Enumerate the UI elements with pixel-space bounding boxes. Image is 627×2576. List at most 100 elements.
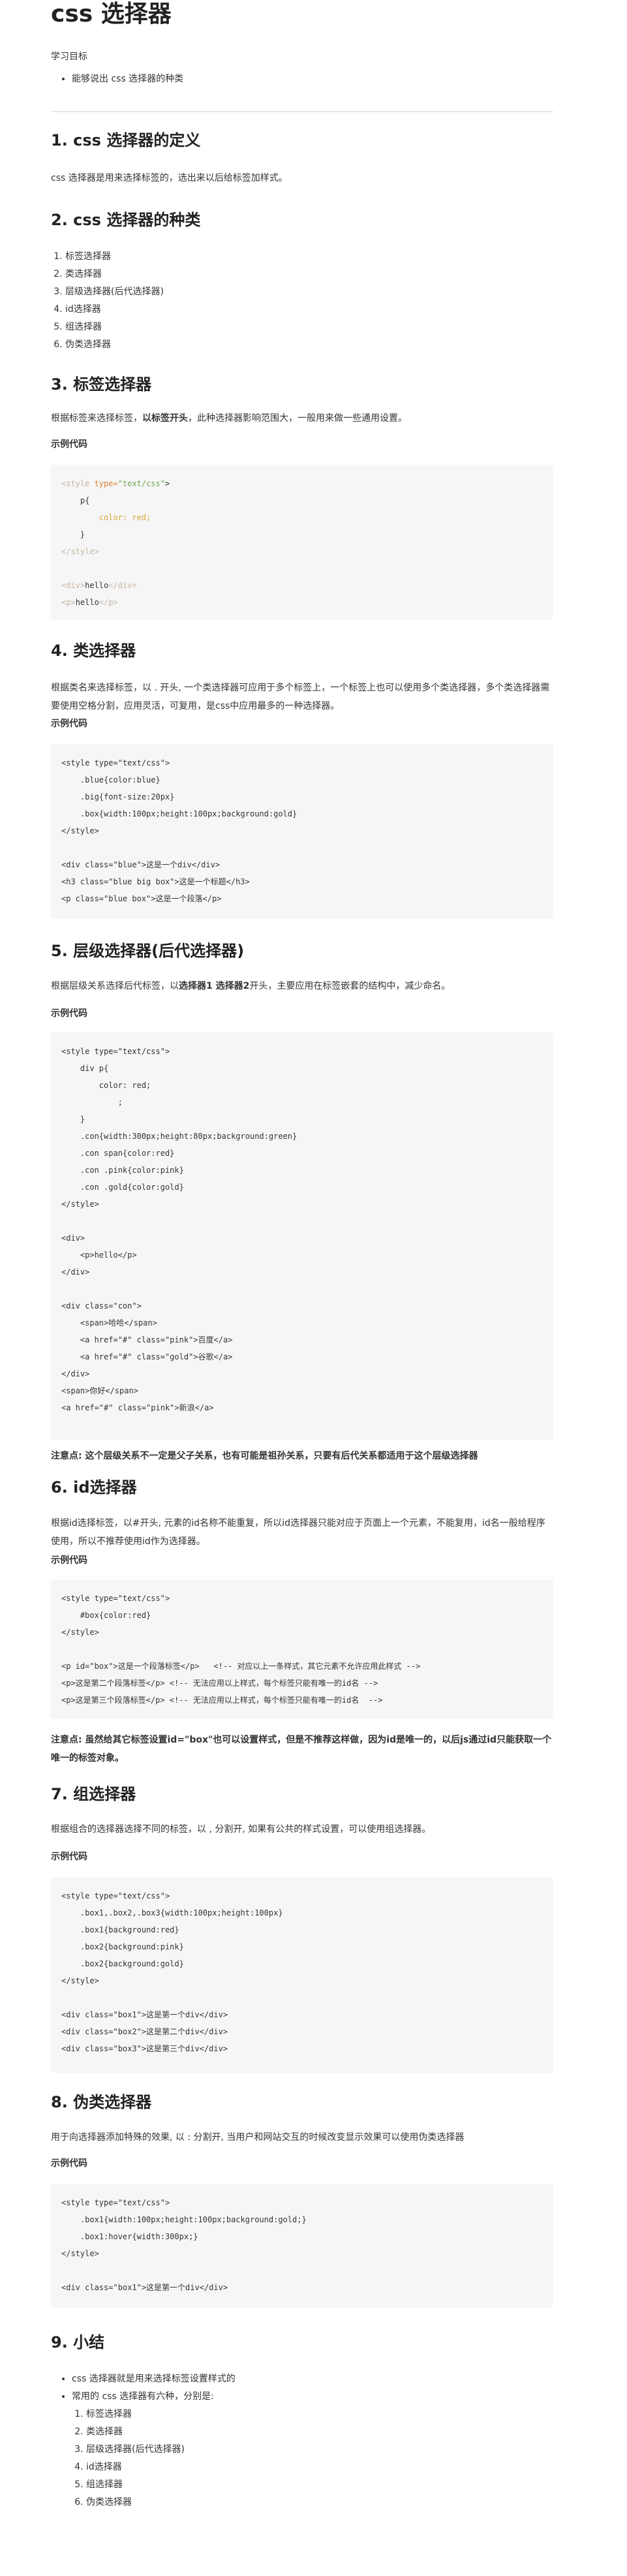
code-label: 示例代码 (51, 719, 87, 729)
code-line: <div class="box1">这是第一个div</div> (61, 2283, 228, 2292)
code-label: 示例代码 (51, 1555, 87, 1566)
code-line: <style type="text/css"> (61, 758, 170, 768)
code-line: </div> (61, 1369, 90, 1378)
code-line: .box1{width:100px;height:100px;backgroun… (61, 2215, 307, 2224)
section-heading: 6. id选择器 (51, 1478, 137, 1497)
goal-list: 能够说出 css 选择器的种类 (51, 72, 183, 86)
divider (51, 111, 553, 112)
note-text: 注意点: 这个层级关系不一定是父子关系，也有可能是祖孙关系，只要有后代关系都适用… (51, 1451, 478, 1461)
text-emphasis: 以标签开头 (142, 413, 188, 424)
text-emphasis: 选择器1 选择器2 (179, 981, 250, 991)
section-heading: 9. 小结 (51, 2333, 105, 2351)
section-heading: 4. 类选择器 (51, 642, 136, 660)
list-item: 标签选择器 (86, 2406, 236, 2423)
code-label: 示例代码 (51, 439, 87, 450)
code-line: <a href="#" class="pink">百度</a> (61, 1335, 233, 1344)
list-item: 类选择器 (65, 266, 164, 283)
list-item: 伪类选择器 (86, 2494, 236, 2511)
list-item: 常用的 css 选择器有六种，分别是: 标签选择器 类选择器 层级选择器(后代选… (72, 2388, 236, 2511)
text-emphasis: id="box" (167, 1735, 213, 1745)
code-label: 示例代码 (51, 2158, 87, 2169)
code-line: <div class="box2">这是第二个div</div> (61, 2027, 228, 2036)
code-line: <style type="text/css"> (61, 2198, 170, 2207)
code-line: color: red; (61, 1081, 151, 1090)
code-line: <a href="#" class="pink">新浪</a> (61, 1403, 214, 1412)
section-text: css 选择器是用来选择标签的，选出来以后给标签加样式。 (51, 173, 288, 183)
list-item: id选择器 (65, 301, 164, 318)
code-line: <style type="text/css"> (61, 1594, 170, 1603)
code-line: <h3 class="blue big box">这是一个标题</h3> (61, 877, 250, 886)
code-line: <a href="#" class="gold">谷歌</a> (61, 1352, 233, 1361)
code-line: </style> (61, 2249, 99, 2258)
code-label: 示例代码 (51, 1852, 87, 1862)
code-line: <span>你好</span> (61, 1386, 138, 1395)
code-line: <div> (61, 1234, 85, 1243)
summary-sublist: 标签选择器 类选择器 层级选择器(后代选择器) id选择器 组选择器 伪类选择器 (72, 2406, 236, 2511)
code-block: <style type="text/css"> div p{ color: re… (51, 1032, 553, 1440)
code-line: <p>这是第三个段落标签</p> <!-- 无法应用以上样式，每个标签只能有唯一… (61, 1696, 383, 1705)
code-line: .big{font-size:20px} (61, 792, 175, 801)
code-line: <p>这是第二个段落标签</p> <!-- 无法应用以上样式，每个标签只能有唯一… (61, 1679, 378, 1688)
code-line: <div class="con"> (61, 1301, 142, 1311)
section-heading: 7. 组选择器 (51, 1785, 136, 1803)
code-line: .box{width:100px;height:100px;background… (61, 809, 298, 818)
text-part: 根据层级关系选择后代标签，以 (51, 981, 179, 991)
code-line: ; (61, 1098, 123, 1107)
code-line: </div> (61, 1267, 90, 1277)
code-line: .blue{color:blue} (61, 775, 161, 784)
list-item: 层级选择器(后代选择器) (86, 2441, 236, 2459)
code-line: </style> (61, 1628, 99, 1637)
document-page: css 选择器 学习目标 能够说出 css 选择器的种类 1. css 选择器的… (0, 0, 627, 2576)
goal-label: 学习目标 (51, 52, 87, 62)
code-line: <div class="blue">这是一个div</div> (61, 860, 221, 869)
section-text: 根据组合的选择器选择不同的标签，以 , 分割开, 如果有公共的样式设置，可以使用… (51, 1824, 431, 1835)
code-line: <div class="box1">这是第一个div</div> (61, 2010, 228, 2019)
code-line: </style> (61, 1200, 99, 1209)
page-title: css 选择器 (51, 1, 172, 27)
code-label: 示例代码 (51, 1008, 87, 1019)
list-item: 组选择器 (65, 318, 164, 336)
code-block: <style type="text/css"> #box{color:red} <… (51, 1579, 553, 1719)
section-heading: 8. 伪类选择器 (51, 2093, 152, 2111)
code-line: color: red; (99, 513, 151, 522)
code-line: <style type="text/css"> (61, 1047, 170, 1056)
list-item: 组选择器 (86, 2476, 236, 2494)
section-text: 根据层级关系选择后代标签，以选择器1 选择器2开头，主要应用在标签嵌套的结构中，… (51, 979, 553, 993)
text-part: 注意点: 虽然给其它标签设置 (51, 1735, 168, 1745)
section-text: 根据类名来选择标签，以 . 开头, 一个类选择器可应用于多个标签上，一个标签上也… (51, 683, 550, 711)
note-text: 注意点: 虽然给其它标签设置id="box"也可以设置样式，但是不推荐这样做，因… (51, 1731, 553, 1767)
text-part: 开头，主要应用在标签嵌套的结构中，减少命名。 (249, 981, 451, 991)
section-heading: 2. css 选择器的种类 (51, 211, 201, 229)
goal-item: 能够说出 css 选择器的种类 (72, 72, 183, 86)
list-item: id选择器 (86, 2459, 236, 2476)
section-text: 根据id选择标签，以#开头, 元素的id名称不能重复，所以id选择器只能对应于页… (51, 1518, 545, 1547)
code-line: <p>hello</p> (61, 598, 118, 607)
code-line: <span>哈哈</span> (61, 1318, 157, 1327)
code-line: <div>hello</div> (61, 581, 137, 590)
code-block: <style type="text/css"> .blue{color:blue… (51, 744, 553, 919)
code-line: </style> (61, 826, 99, 835)
code-line: .con{width:300px;height:80px;background:… (61, 1132, 298, 1141)
code-line: <p id="box">这是一个段落标签</p> <!-- 对应以上一条样式，其… (61, 1662, 421, 1671)
code-block: <style type="text/css"> .box1{width:100p… (51, 2184, 553, 2308)
code-line: <div class="box3">这是第三个div</div> (61, 2044, 228, 2053)
list-item: 层级选择器(后代选择器) (65, 283, 164, 301)
code-line: } (61, 530, 85, 539)
selector-type-list: 标签选择器 类选择器 层级选择器(后代选择器) id选择器 组选择器 伪类选择器 (51, 248, 164, 354)
code-line: .con span{color:red} (61, 1149, 175, 1158)
text-part: 根据标签来选择标签， (51, 413, 142, 424)
list-item: 类选择器 (86, 2423, 236, 2441)
list-item-label: 常用的 css 选择器有六种，分别是: (72, 2391, 214, 2402)
code-line: <style type="text/css"> (61, 479, 170, 488)
code-line: </style> (61, 1976, 99, 1985)
code-line: .box1{background:red} (61, 1925, 179, 1934)
section-heading: 1. css 选择器的定义 (51, 131, 201, 149)
section-heading: 3. 标签选择器 (51, 375, 152, 394)
text-part: ，此种选择器影响范围大，一般用来做一些通用设置。 (188, 413, 407, 424)
